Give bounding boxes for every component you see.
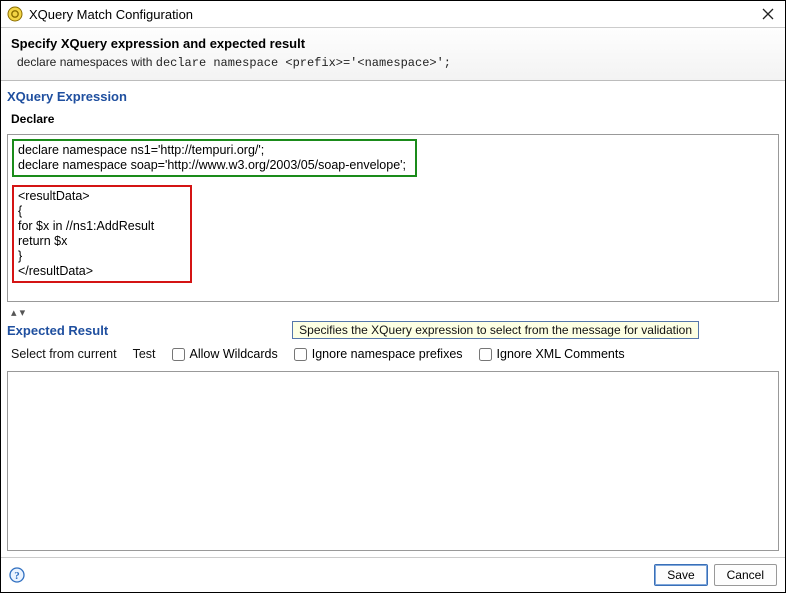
subheader: Specify XQuery expression and expected r… [1,27,785,81]
save-button[interactable]: Save [654,564,707,586]
svg-text:?: ? [14,570,20,582]
ignore-namespace-input[interactable] [294,348,307,361]
ignore-namespace-label: Ignore namespace prefixes [312,347,463,361]
xquery-editor[interactable]: declare namespace ns1='http://tempuri.or… [7,134,779,302]
cancel-button[interactable]: Cancel [714,564,777,586]
subheader-title: Specify XQuery expression and expected r… [11,36,775,51]
declare-label: Declare [11,112,779,126]
titlebar: XQuery Match Configuration [1,1,785,27]
test-link[interactable]: Test [133,347,156,361]
xquery-tooltip: Specifies the XQuery expression to selec… [292,321,699,339]
help-icon[interactable]: ? [9,567,25,583]
close-button[interactable] [757,5,779,23]
select-from-current-link[interactable]: Select from current [11,347,117,361]
ignore-xml-comments-label: Ignore XML Comments [497,347,625,361]
app-icon [7,6,23,22]
hint-prefix: declare namespaces with [17,55,156,69]
allow-wildcards-label: Allow Wildcards [190,347,278,361]
allow-wildcards-checkbox[interactable]: Allow Wildcards [172,347,278,361]
xquery-body-box: <resultData> { for $x in //ns1:AddResult… [12,185,192,283]
footer: ? Save Cancel [1,557,785,592]
ignore-xml-comments-input[interactable] [479,348,492,361]
xquery-expression-label: XQuery Expression [7,89,779,104]
splitter-arrows-icon: ▴ ▾ [11,306,25,319]
splitter-handle[interactable]: ▴ ▾ [7,304,779,319]
hint-code: declare namespace <prefix>='<namespace>'… [156,56,451,70]
expected-result-editor[interactable] [7,371,779,551]
expected-result-header-row: Expected Result Specifies the XQuery exp… [7,321,779,339]
expected-toolbar: Select from current Test Allow Wildcards… [7,341,779,369]
ignore-namespace-checkbox[interactable]: Ignore namespace prefixes [294,347,463,361]
namespace-declaration-box: declare namespace ns1='http://tempuri.or… [12,139,417,177]
ignore-xml-comments-checkbox[interactable]: Ignore XML Comments [479,347,625,361]
subheader-hint: declare namespaces with declare namespac… [11,55,775,70]
content-area: XQuery Expression Declare declare namesp… [1,81,785,557]
allow-wildcards-input[interactable] [172,348,185,361]
window-title: XQuery Match Configuration [29,7,193,22]
expected-result-label: Expected Result [7,323,108,338]
